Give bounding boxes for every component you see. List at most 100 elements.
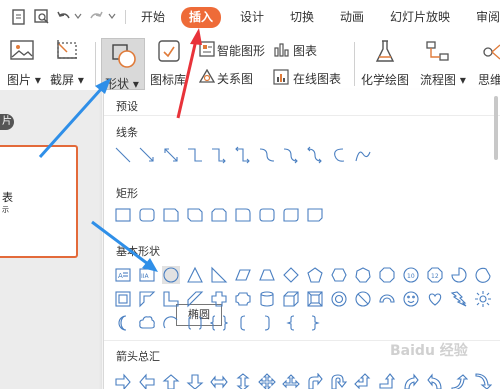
cube-shape[interactable] bbox=[282, 290, 300, 308]
up-down-arrow-shape[interactable] bbox=[234, 373, 252, 389]
left-right-arrow-shape[interactable] bbox=[210, 373, 228, 389]
left-up-arrow-shape[interactable] bbox=[354, 373, 372, 389]
donut-shape[interactable] bbox=[330, 290, 348, 308]
up-arrow-shape[interactable] bbox=[162, 373, 180, 389]
rect-shape-2[interactable] bbox=[162, 206, 180, 224]
cross-shape[interactable] bbox=[210, 290, 228, 308]
chord-shape[interactable] bbox=[474, 266, 492, 284]
line-shape-0[interactable] bbox=[114, 146, 132, 164]
tab-animation[interactable]: 动画 bbox=[340, 8, 364, 26]
heart-shape[interactable] bbox=[426, 290, 444, 308]
screenshot-icon[interactable] bbox=[55, 40, 79, 66]
online-chart-icon[interactable] bbox=[273, 69, 289, 89]
left-bracket-shape[interactable] bbox=[234, 314, 252, 332]
cloud-shape[interactable] bbox=[138, 314, 156, 332]
triangle-shape[interactable] bbox=[186, 266, 204, 284]
icon-library-button[interactable]: 图标库 bbox=[150, 71, 186, 88]
relation-button[interactable]: 关系图 bbox=[217, 70, 253, 87]
double-bracket-shape[interactable] bbox=[186, 314, 204, 332]
pie-shape[interactable] bbox=[450, 266, 468, 284]
mindmap-button[interactable]: 思维 bbox=[478, 71, 500, 88]
right-triangle-shape[interactable] bbox=[210, 266, 228, 284]
no-symbol-shape[interactable] bbox=[354, 290, 372, 308]
plaque-shape[interactable] bbox=[234, 290, 252, 308]
right-brace-shape[interactable] bbox=[306, 314, 324, 332]
shapes-button[interactable]: 形状 ▾ bbox=[101, 38, 145, 91]
flask-icon[interactable] bbox=[374, 40, 396, 68]
right-arrow-shape[interactable] bbox=[114, 373, 132, 389]
vertical-textbox-shape[interactable]: IIA bbox=[138, 266, 156, 284]
document-icon[interactable] bbox=[12, 9, 26, 25]
rect-shape-3[interactable] bbox=[186, 206, 204, 224]
tab-review[interactable]: 审阅 bbox=[476, 8, 500, 26]
rect-shape-7[interactable] bbox=[282, 206, 300, 224]
block-arc-shape[interactable] bbox=[378, 290, 396, 308]
dodecagon-shape[interactable]: 12 bbox=[426, 266, 444, 284]
bent-up-arrow-shape[interactable] bbox=[378, 373, 396, 389]
textbox-shape[interactable]: A bbox=[114, 266, 132, 284]
parallelogram-shape[interactable] bbox=[234, 266, 252, 284]
l-shape-shape[interactable] bbox=[162, 290, 180, 308]
right-bracket-shape[interactable] bbox=[258, 314, 276, 332]
moon-shape[interactable] bbox=[114, 314, 132, 332]
tab-design[interactable]: 设计 bbox=[240, 8, 264, 26]
sun-shape[interactable] bbox=[474, 290, 492, 308]
left-right-up-arrow-shape[interactable] bbox=[282, 373, 300, 389]
down-arrow-shape[interactable] bbox=[186, 373, 204, 389]
half-frame-shape[interactable] bbox=[138, 290, 156, 308]
line-shape-5[interactable] bbox=[234, 146, 252, 164]
rect-shape-1[interactable] bbox=[138, 206, 156, 224]
left-arrow-shape[interactable] bbox=[138, 373, 156, 389]
double-brace-shape[interactable] bbox=[210, 314, 228, 332]
heptagon-shape[interactable] bbox=[354, 266, 372, 284]
smartart-icon[interactable] bbox=[199, 41, 215, 61]
picture-icon[interactable] bbox=[10, 40, 34, 66]
frame-shape[interactable] bbox=[114, 290, 132, 308]
line-shape-10[interactable] bbox=[354, 146, 372, 164]
chart-icon[interactable] bbox=[273, 41, 289, 61]
rect-shape-8[interactable] bbox=[306, 206, 324, 224]
tab-slideshow[interactable]: 幻灯片放映 bbox=[390, 8, 450, 26]
line-shape-1[interactable] bbox=[138, 146, 156, 164]
redo-icon[interactable] bbox=[88, 9, 104, 25]
arc-shape[interactable] bbox=[162, 314, 180, 332]
smiley-face-shape[interactable] bbox=[402, 290, 420, 308]
line-shape-7[interactable] bbox=[282, 146, 300, 164]
line-shape-9[interactable] bbox=[330, 146, 348, 164]
chart-button[interactable]: 图表 bbox=[293, 42, 317, 59]
scrollbar[interactable] bbox=[494, 96, 498, 160]
trapezoid-shape[interactable] bbox=[258, 266, 276, 284]
can-shape[interactable] bbox=[258, 290, 276, 308]
pentagon-shape[interactable] bbox=[306, 266, 324, 284]
octagon-shape[interactable] bbox=[378, 266, 396, 284]
customize-dropdown-icon[interactable] bbox=[108, 12, 116, 20]
hexagon-shape[interactable] bbox=[330, 266, 348, 284]
curved-up-arrow-shape[interactable] bbox=[450, 373, 468, 389]
screenshot-button[interactable]: 截屏 ▾ bbox=[50, 71, 84, 88]
curved-down-arrow-shape[interactable] bbox=[474, 373, 492, 389]
undo-icon[interactable] bbox=[56, 9, 72, 25]
slide-thumbnail[interactable]: 表 示 bbox=[0, 145, 78, 258]
curved-left-arrow-shape[interactable] bbox=[426, 373, 444, 389]
flowchart-button[interactable]: 流程图 ▾ bbox=[420, 71, 466, 88]
line-shape-6[interactable] bbox=[258, 146, 276, 164]
quad-arrow-shape[interactable] bbox=[258, 373, 276, 389]
line-shape-3[interactable] bbox=[186, 146, 204, 164]
line-shape-2[interactable] bbox=[162, 146, 180, 164]
bevel-shape[interactable] bbox=[306, 290, 324, 308]
rect-shape-5[interactable] bbox=[234, 206, 252, 224]
chem-drawing-button[interactable]: 化学绘图 bbox=[361, 71, 409, 88]
pane-tab[interactable]: 片 bbox=[0, 114, 14, 130]
left-brace-shape[interactable] bbox=[282, 314, 300, 332]
icon-library-icon[interactable] bbox=[158, 40, 180, 66]
print-preview-icon[interactable] bbox=[34, 9, 50, 25]
mindmap-icon[interactable] bbox=[482, 40, 500, 68]
flowchart-icon[interactable] bbox=[426, 40, 450, 68]
smartart-button[interactable]: 智能图形 bbox=[217, 42, 265, 59]
rect-shape-0[interactable] bbox=[114, 206, 132, 224]
u-turn-arrow-shape[interactable] bbox=[330, 373, 348, 389]
rect-shape-6[interactable] bbox=[258, 206, 276, 224]
line-shape-4[interactable] bbox=[210, 146, 228, 164]
relation-icon[interactable] bbox=[198, 68, 216, 89]
curved-right-arrow-shape[interactable] bbox=[402, 373, 420, 389]
